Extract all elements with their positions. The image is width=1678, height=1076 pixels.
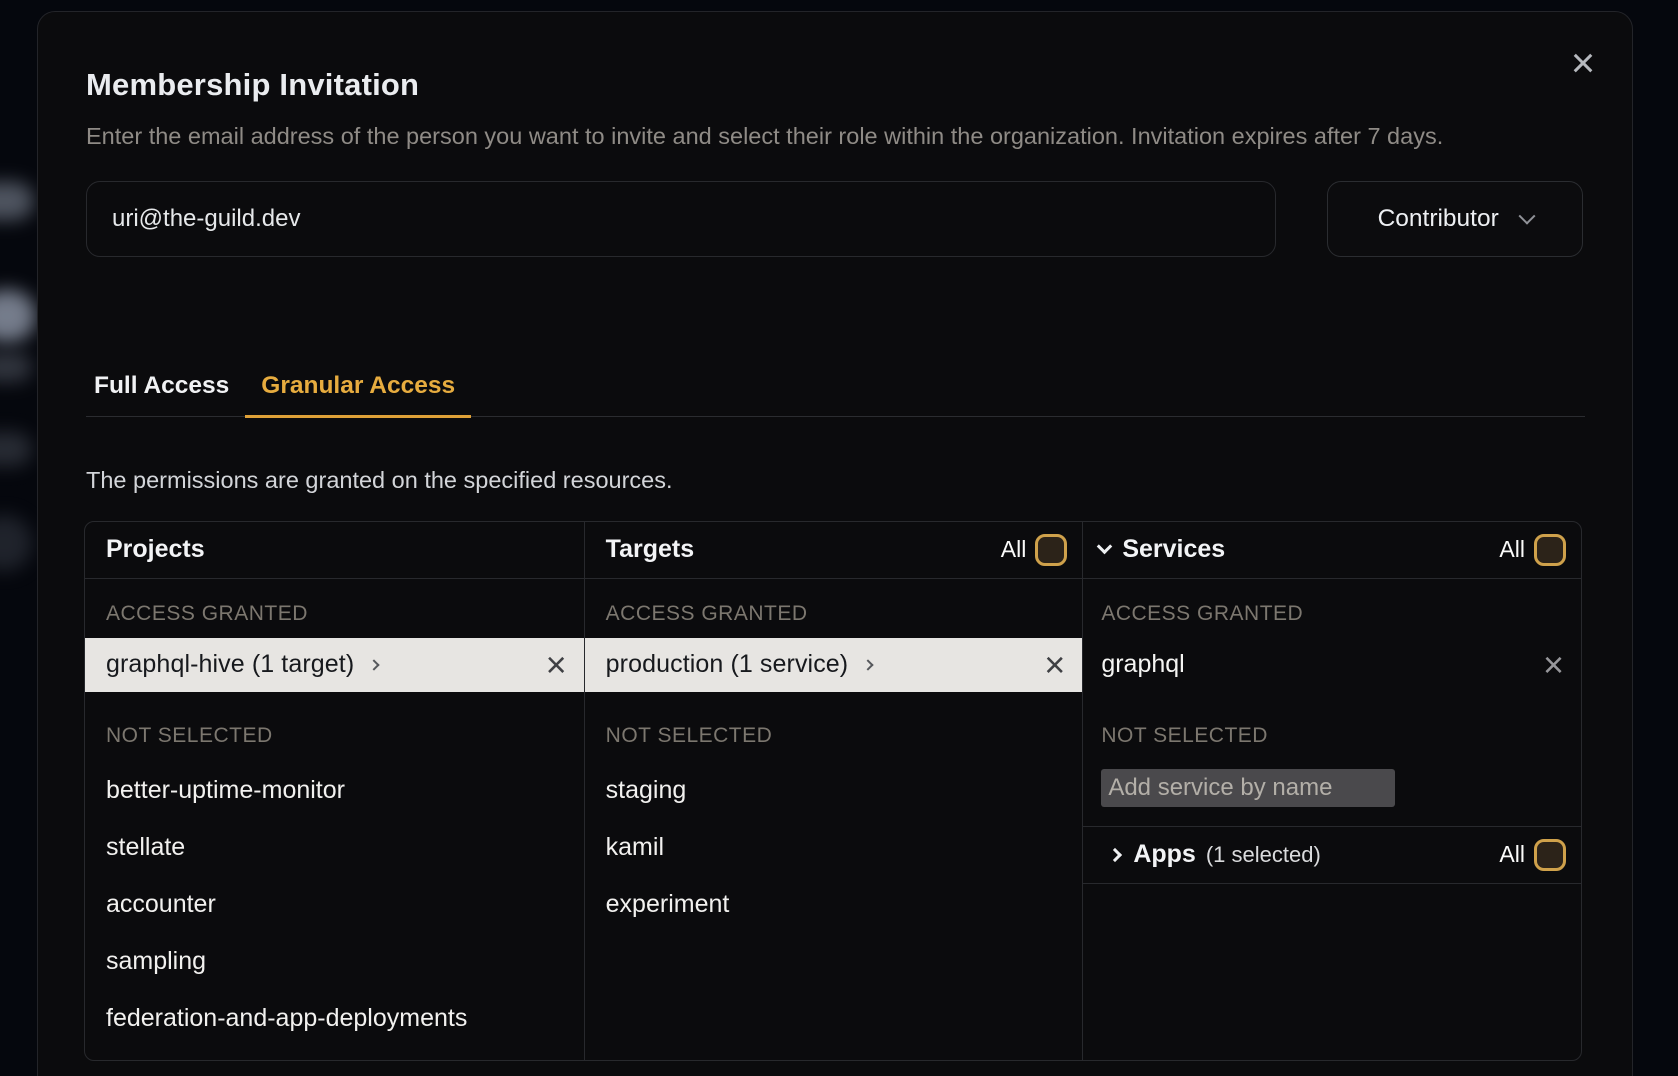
- projects-header: Projects: [85, 522, 584, 579]
- role-select-value: Contributor: [1378, 205, 1499, 233]
- selected-target-label: production (1 service): [606, 650, 849, 679]
- backdrop-artifact: [0, 182, 34, 220]
- not-selected-label: NOT SELECTED: [585, 724, 1083, 748]
- access-tabs: Full Access Granular Access: [86, 361, 1585, 417]
- invite-row: Contributor: [86, 181, 1583, 257]
- list-item[interactable]: kamil: [585, 832, 1083, 862]
- not-selected-label: NOT SELECTED: [1083, 724, 1581, 748]
- remove-project-icon[interactable]: ×: [546, 647, 567, 683]
- targets-title: Targets: [606, 535, 694, 564]
- list-item[interactable]: accounter: [85, 889, 584, 919]
- remove-service-icon[interactable]: ×: [1543, 647, 1564, 683]
- apps-count: (1 selected): [1206, 842, 1321, 868]
- chevron-right-icon: [1108, 847, 1122, 861]
- targets-header: Targets All: [585, 522, 1083, 579]
- membership-invitation-modal: × Membership Invitation Enter the email …: [37, 11, 1633, 1076]
- chevron-down-icon: [1518, 207, 1535, 224]
- list-item[interactable]: federation-and-app-deployments: [85, 1003, 584, 1033]
- services-header[interactable]: Services All: [1083, 522, 1581, 579]
- add-service-input[interactable]: [1101, 769, 1395, 807]
- remove-target-icon[interactable]: ×: [1044, 647, 1065, 683]
- list-item[interactable]: stellate: [85, 832, 584, 862]
- access-granted-label: ACCESS GRANTED: [585, 602, 1083, 626]
- apps-all-label: All: [1499, 841, 1525, 868]
- services-all-checkbox[interactable]: [1534, 534, 1566, 566]
- modal-description: Enter the email address of the person yo…: [86, 115, 1566, 159]
- list-item[interactable]: better-uptime-monitor: [85, 775, 584, 805]
- backdrop-artifact: [0, 515, 32, 571]
- list-item[interactable]: experiment: [585, 889, 1083, 919]
- backdrop-artifact: [0, 290, 36, 342]
- list-item[interactable]: sampling: [85, 946, 584, 976]
- close-icon[interactable]: ×: [1563, 43, 1603, 83]
- selected-service-row: graphql ×: [1083, 638, 1581, 692]
- chevron-right-icon: [863, 659, 874, 670]
- tab-full-access[interactable]: Full Access: [86, 361, 245, 418]
- permissions-note: The permissions are granted on the speci…: [86, 463, 1583, 497]
- services-title: Services: [1122, 535, 1225, 564]
- targets-all-checkbox[interactable]: [1035, 534, 1067, 566]
- role-select[interactable]: Contributor: [1327, 181, 1583, 257]
- projects-title: Projects: [106, 535, 205, 564]
- selected-target-row[interactable]: production (1 service) ×: [585, 638, 1083, 692]
- selected-project-row[interactable]: graphql-hive (1 target) ×: [85, 638, 584, 692]
- modal-title: Membership Invitation: [86, 64, 1583, 106]
- selected-project-label: graphql-hive (1 target): [106, 650, 354, 679]
- apps-title: Apps: [1133, 840, 1196, 869]
- backdrop-artifact: [0, 352, 32, 382]
- projects-column: Projects ACCESS GRANTED graphql-hive (1 …: [85, 522, 584, 1060]
- list-item[interactable]: staging: [585, 775, 1083, 805]
- apps-row[interactable]: Apps (1 selected) All: [1083, 826, 1581, 884]
- backdrop-artifact: [0, 432, 32, 466]
- email-input[interactable]: [86, 181, 1276, 257]
- chevron-right-icon: [369, 659, 380, 670]
- apps-all-checkbox[interactable]: [1534, 839, 1566, 871]
- services-all-label: All: [1499, 536, 1525, 563]
- not-selected-label: NOT SELECTED: [85, 724, 584, 748]
- selected-service-label: graphql: [1101, 650, 1184, 679]
- chevron-down-icon: [1097, 539, 1113, 555]
- services-column: Services All ACCESS GRANTED graphql × NO…: [1082, 522, 1581, 1060]
- resources-panel: Projects ACCESS GRANTED graphql-hive (1 …: [84, 521, 1582, 1061]
- access-granted-label: ACCESS GRANTED: [1083, 602, 1581, 626]
- tab-granular-access[interactable]: Granular Access: [245, 361, 471, 418]
- access-granted-label: ACCESS GRANTED: [85, 602, 584, 626]
- targets-all-label: All: [1001, 536, 1027, 563]
- targets-column: Targets All ACCESS GRANTED production (1…: [584, 522, 1083, 1060]
